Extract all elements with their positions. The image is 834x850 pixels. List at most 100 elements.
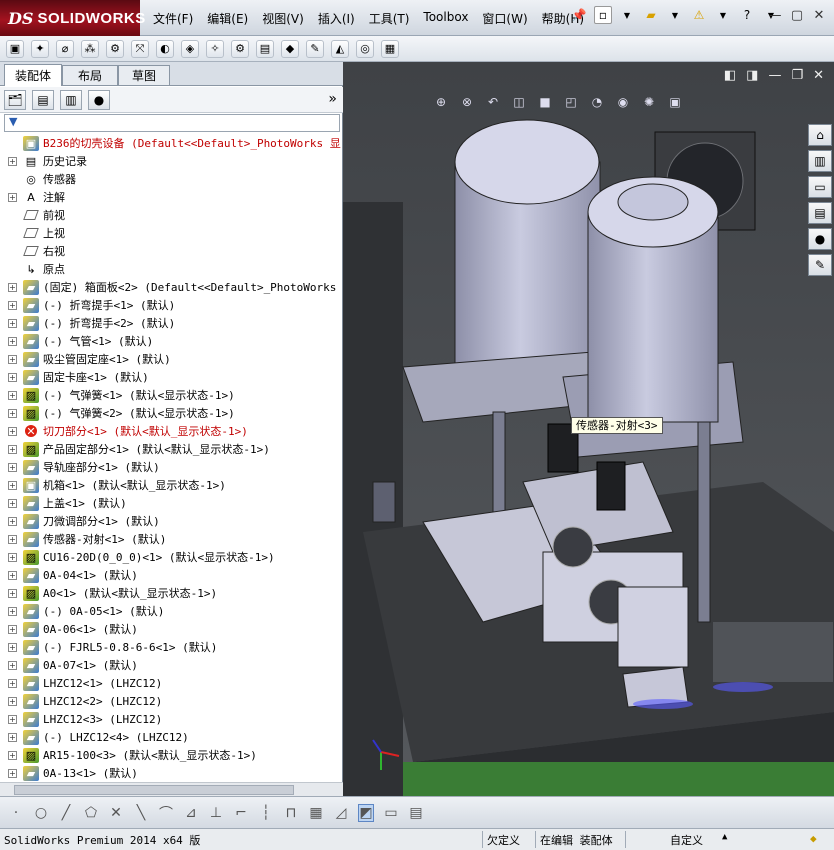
zoom-to-area-icon[interactable]: ⊗ xyxy=(459,94,475,110)
tree-item[interactable]: + ▰ 吸尘管固定座<1> (默认) xyxy=(0,350,343,368)
tab-assembly[interactable]: 装配体 xyxy=(4,64,62,86)
tree-item[interactable]: 上视 xyxy=(0,224,343,242)
tab-sketch[interactable]: 草图 xyxy=(118,65,170,85)
rectangle-icon[interactable]: ⌐ xyxy=(233,805,249,821)
display-manager-tab-icon[interactable]: ● xyxy=(88,90,110,110)
tree-item[interactable]: + ▰ 传感器-对射<1> (默认) xyxy=(0,530,343,548)
appearances-scenes-icon[interactable]: ● xyxy=(808,228,832,250)
tree-item[interactable]: + ▰ 0A-13<1> (默认) xyxy=(0,764,343,782)
expand-toggle-icon[interactable]: + xyxy=(8,660,17,670)
viewport-restore-icon[interactable]: ❐ xyxy=(791,68,803,83)
dimension-icon[interactable]: ⊓ xyxy=(283,805,299,821)
trim-icon[interactable]: ✕ xyxy=(108,805,124,821)
tree-item[interactable]: + ▰ 刀微调部分<1> (默认) xyxy=(0,512,343,530)
instant3d-icon[interactable]: ◎ xyxy=(356,39,374,58)
wireframe-view-icon[interactable]: ▭ xyxy=(383,805,399,821)
expand-toggle-icon[interactable]: + xyxy=(8,714,17,724)
expand-toggle-icon[interactable]: + xyxy=(8,336,17,346)
tree-item[interactable]: + ▰ LHZC12<2> (LHZC12) xyxy=(0,692,343,710)
dynamic-annotation-icon[interactable]: ■ xyxy=(537,94,553,110)
tree-item[interactable]: + ▨ CU16-20D(0_0_0)<1> (默认<显示状态-1>) xyxy=(0,548,343,566)
mirror-icon[interactable]: ⊥ xyxy=(208,805,224,821)
smart-fasteners-icon[interactable]: ⚙ xyxy=(106,39,124,58)
tree-item[interactable]: + ▰ 固定卡座<1> (默认) xyxy=(0,368,343,386)
edit-appearance-icon[interactable]: ✺ xyxy=(641,94,657,110)
minimize-icon[interactable]: — xyxy=(766,6,784,24)
solidworks-logo[interactable]: DS SOLIDWORKS xyxy=(0,0,145,36)
viewport-minimize-icon[interactable]: — xyxy=(768,68,781,83)
tree-item[interactable]: + ▰ 导轨座部分<1> (默认) xyxy=(0,458,343,476)
property-manager-tab-icon[interactable]: ▤ xyxy=(32,90,54,110)
expand-toggle-icon[interactable]: + xyxy=(8,318,17,328)
tag-icon[interactable]: ◆ xyxy=(810,832,817,845)
menu-file[interactable]: 文件(F) xyxy=(146,8,200,29)
expand-toggle-icon[interactable]: + xyxy=(8,462,17,472)
next-view-icon[interactable]: ◨ xyxy=(746,68,758,83)
mate-icon[interactable]: ⌀ xyxy=(56,39,74,58)
expand-toggle-icon[interactable]: + xyxy=(8,480,17,490)
new-motion-study-icon[interactable]: ⚙ xyxy=(231,39,249,58)
expand-toggle-icon[interactable]: + xyxy=(8,732,17,742)
point-icon[interactable]: · xyxy=(8,805,24,821)
tree-item[interactable]: + ▰ 上盖<1> (默认) xyxy=(0,494,343,512)
status-custom-units[interactable]: 自定义 xyxy=(670,832,703,848)
resources-icon[interactable]: ⌂ xyxy=(808,124,832,146)
view-palette-icon[interactable]: ▤ xyxy=(808,202,832,224)
units-dropdown-icon[interactable]: ▲ xyxy=(722,832,727,842)
expand-toggle-icon[interactable]: + xyxy=(8,516,17,526)
warning-icon[interactable]: ⚠ xyxy=(690,6,708,24)
scrollbar-thumb[interactable] xyxy=(14,785,294,795)
zoom-to-fit-icon[interactable]: ⊕ xyxy=(433,94,449,110)
show-hidden-icon[interactable]: ◐ xyxy=(156,39,174,58)
display-style-icon[interactable]: ◔ xyxy=(589,94,605,110)
expand-toggle-icon[interactable]: + xyxy=(8,588,17,598)
tree-item[interactable]: + ▨ (-) 气弹簧<2> (默认<显示状态-1>) xyxy=(0,404,343,422)
tree-item[interactable]: + ▰ (固定) 箱面板<2> (Default<<Default>_PhotoWo… xyxy=(0,278,343,296)
construction-line-icon[interactable]: ┆ xyxy=(258,805,274,821)
restore-icon[interactable]: ▢ xyxy=(788,6,806,24)
tree-item[interactable]: + ▰ LHZC12<3> (LHZC12) xyxy=(0,710,343,728)
tree-item[interactable]: + ▰ (-) 折弯提手<1> (默认) xyxy=(0,296,343,314)
tree-item[interactable]: + ▰ 0A-06<1> (默认) xyxy=(0,620,343,638)
expand-toggle-icon[interactable]: + xyxy=(8,372,17,382)
tree-item[interactable]: + ▰ (-) 折弯提手<2> (默认) xyxy=(0,314,343,332)
tree-item[interactable]: + ▰ (-) LHZC12<4> (LHZC12) xyxy=(0,728,343,746)
help-icon[interactable]: ? xyxy=(738,6,756,24)
tree-item[interactable]: + ▰ 0A-04<1> (默认) xyxy=(0,566,343,584)
previous-view-tool-icon[interactable]: ↶ xyxy=(485,94,501,110)
line-icon[interactable]: ╱ xyxy=(58,805,74,821)
expand-toggle-icon[interactable]: + xyxy=(8,282,17,292)
interference-detection-icon[interactable]: ◭ xyxy=(331,39,349,58)
menu-view[interactable]: 视图(V) xyxy=(255,8,311,29)
offset-icon[interactable]: ⊿ xyxy=(183,805,199,821)
view-orientation-icon[interactable]: ◰ xyxy=(563,94,579,110)
expand-toggle-icon[interactable]: + xyxy=(8,426,17,436)
dropdown-arrow-icon[interactable]: ▼ xyxy=(618,6,636,24)
horizontal-scrollbar[interactable] xyxy=(0,782,343,796)
expand-toggle-icon[interactable]: + xyxy=(8,354,17,364)
expand-toggle-icon[interactable]: + xyxy=(8,606,17,616)
tree-item[interactable]: + ▨ AR15-100<3> (默认<默认_显示状态-1>) xyxy=(0,746,343,764)
tree-item[interactable]: + ▨ (-) 气弹簧<1> (默认<显示状态-1>) xyxy=(0,386,343,404)
expand-toggle-icon[interactable]: + xyxy=(8,678,17,688)
custom-properties-icon[interactable]: ✎ xyxy=(808,254,832,276)
tree-item[interactable]: 前视 xyxy=(0,206,343,224)
insert-component-icon[interactable]: ✦ xyxy=(31,39,49,58)
component-pattern-icon[interactable]: ⁂ xyxy=(81,39,99,58)
tree-item[interactable]: ▣ B236的切壳设备 (Default<<Default>_PhotoWorks… xyxy=(0,134,343,152)
previous-view-icon[interactable]: ◧ xyxy=(724,68,736,83)
tree-item[interactable]: + ▨ 产品固定部分<1> (默认<默认_显示状态-1>) xyxy=(0,440,343,458)
tree-item[interactable]: + ▰ (-) FJRL5-0.8-6-6<1> (默认) xyxy=(0,638,343,656)
explode-line-sketch-icon[interactable]: ✎ xyxy=(306,39,324,58)
menu-insert[interactable]: 插入(I) xyxy=(311,8,362,29)
pin-icon[interactable]: 📌 xyxy=(570,6,588,24)
expand-toggle-icon[interactable]: + xyxy=(8,498,17,508)
expand-toggle-icon[interactable]: + xyxy=(8,192,17,202)
grid-icon[interactable]: ▦ xyxy=(308,805,324,821)
menu-edit[interactable]: 编辑(E) xyxy=(200,8,255,29)
open-folder-icon[interactable]: ▰ xyxy=(642,6,660,24)
circle-icon[interactable]: ○ xyxy=(33,805,49,821)
new-document-icon[interactable]: ▫ xyxy=(594,6,612,24)
hide-show-items-icon[interactable]: ◉ xyxy=(615,94,631,110)
graphics-viewport[interactable]: ◧ ◨ — ❐ ✕ ⊕ ⊗ ↶ ◫ ■ ◰ ◔ ◉ ✺ ▣ ⌂ ▥ ▭ ▤ ● … xyxy=(343,62,834,796)
